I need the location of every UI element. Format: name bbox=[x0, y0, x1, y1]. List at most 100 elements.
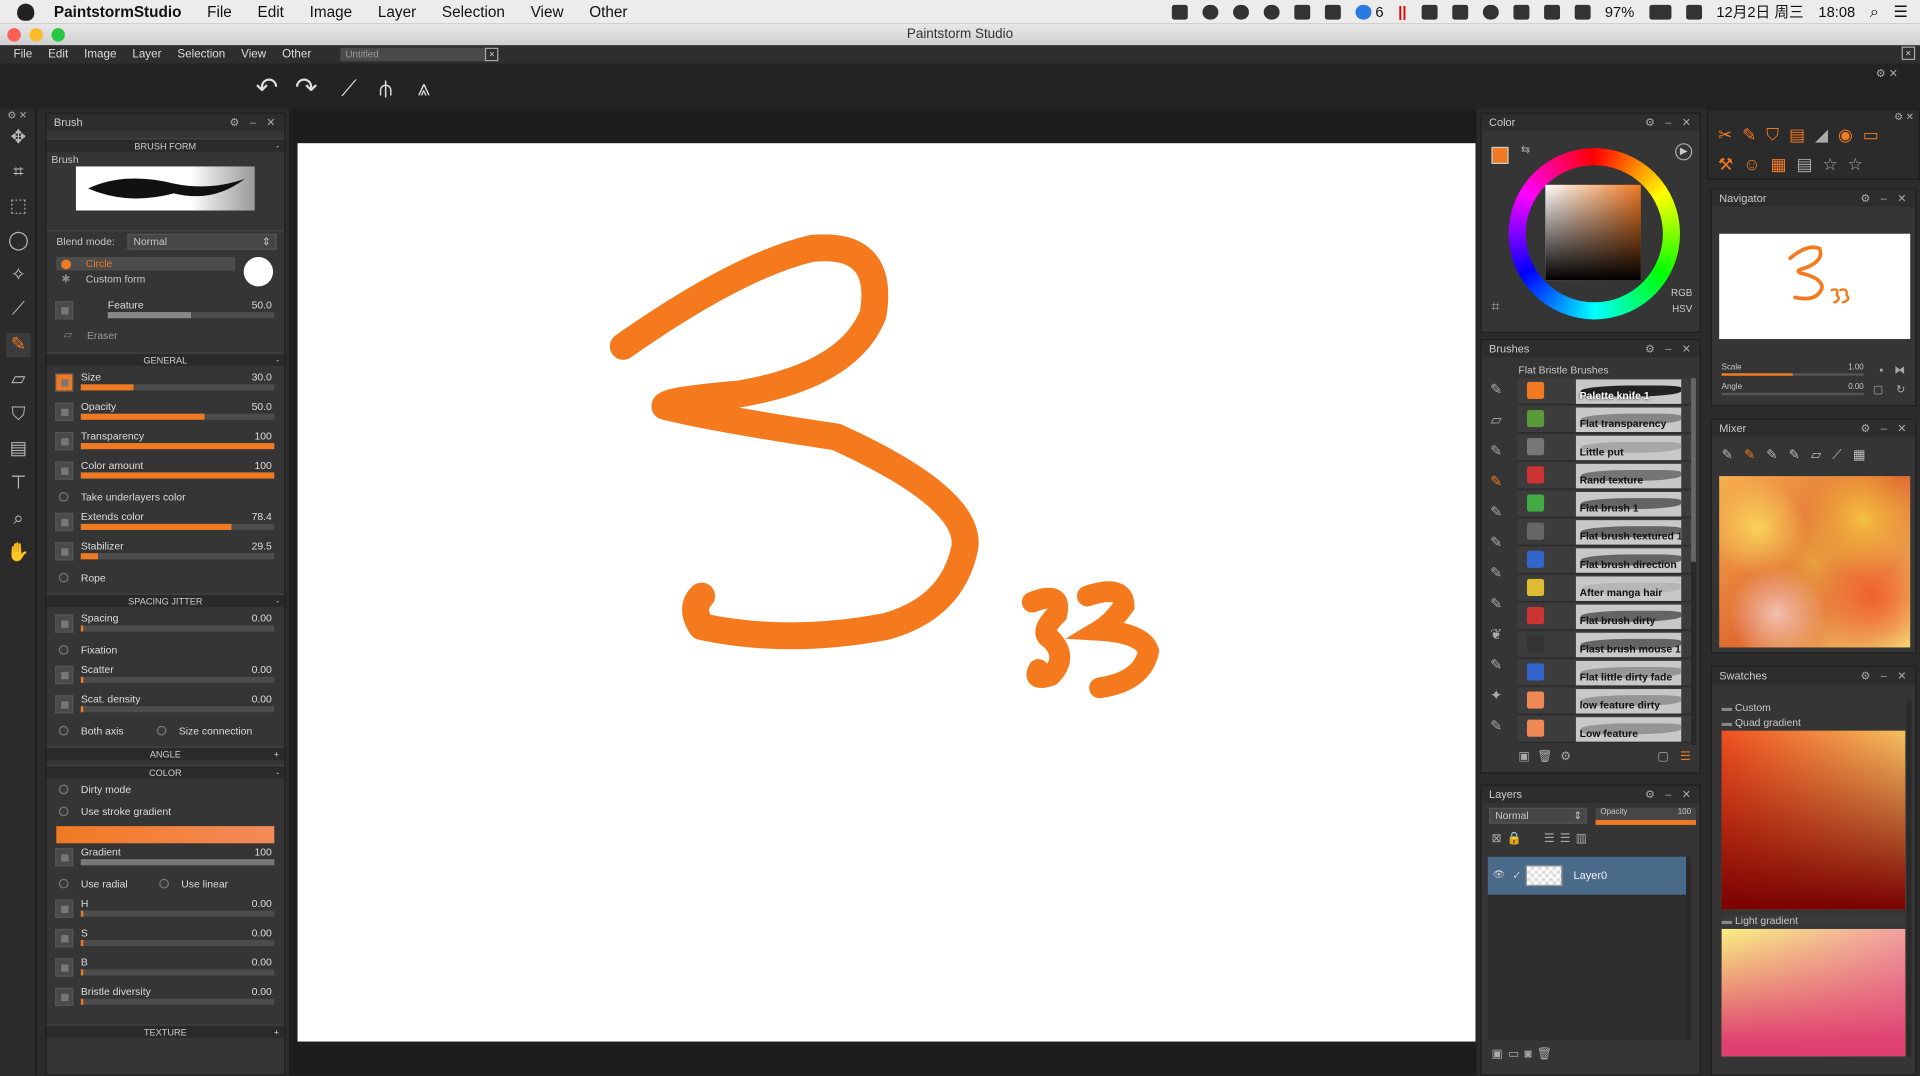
scat-density-pen-icon[interactable] bbox=[55, 695, 74, 714]
section-angle[interactable]: ANGLE + bbox=[46, 746, 285, 761]
gradient-color-bar[interactable] bbox=[56, 826, 275, 844]
magic-wand-icon[interactable]: ✧ bbox=[6, 263, 30, 287]
scissors-icon[interactable]: ✂ bbox=[1718, 125, 1742, 145]
use-linear-radio[interactable] bbox=[159, 878, 169, 889]
brush-item[interactable]: Little put bbox=[1517, 434, 1696, 462]
transparency-pen-icon[interactable] bbox=[55, 432, 74, 451]
input-method-icon[interactable] bbox=[1685, 4, 1702, 19]
undo-icon[interactable]: ↶ bbox=[252, 73, 281, 102]
swatch-group-light[interactable]: ▬ Light gradient bbox=[1721, 914, 1906, 927]
opacity-slider[interactable]: Opacity 50.0 bbox=[47, 398, 285, 427]
brushes-panel-controls[interactable]: ⚙ – ✕ bbox=[1645, 340, 1695, 357]
menu-edit[interactable]: Edit bbox=[48, 48, 68, 61]
mixer-eraser-icon[interactable]: ▱ bbox=[1811, 448, 1832, 463]
layer-row[interactable]: 👁 ✓ Layer0 bbox=[1487, 856, 1687, 895]
drawing-canvas[interactable] bbox=[297, 143, 1476, 1042]
bucket-icon[interactable]: ⛉ bbox=[1766, 125, 1789, 145]
spotlight-icon[interactable]: ⌕ bbox=[1870, 2, 1879, 22]
h-pen-icon[interactable] bbox=[55, 899, 74, 918]
menu-layer[interactable]: Layer bbox=[132, 48, 161, 61]
notification-center-icon[interactable]: ☰ bbox=[1893, 2, 1907, 22]
layers-stack-icon[interactable]: ▤ bbox=[1789, 125, 1815, 145]
hand-tool-icon[interactable]: ✋ bbox=[6, 541, 30, 565]
scat-density-slider[interactable]: Scat. density 0.00 bbox=[47, 690, 285, 719]
mixer-panel-controls[interactable]: ⚙ – ✕ bbox=[1860, 420, 1910, 437]
size-slider[interactable]: Size 30.0 bbox=[47, 368, 285, 397]
form-circle-preview[interactable] bbox=[243, 257, 274, 287]
gradient-track[interactable] bbox=[80, 859, 275, 866]
close-window-button[interactable] bbox=[7, 28, 21, 42]
close-tab-icon[interactable]: × bbox=[485, 47, 499, 62]
delete-layer-icon[interactable]: 🗑 bbox=[1537, 1048, 1553, 1061]
layer-check-icon[interactable]: ✓ bbox=[1512, 869, 1521, 882]
layer-align-2-icon[interactable]: ☰ bbox=[1560, 832, 1571, 845]
rope-radio[interactable] bbox=[58, 572, 69, 583]
zoom-tool-icon[interactable]: ⌕ bbox=[6, 507, 30, 531]
mac-menu-selection[interactable]: Selection bbox=[442, 3, 505, 20]
swatches-scrollbar[interactable] bbox=[1906, 701, 1912, 1057]
eraser-row[interactable]: ▱ Eraser bbox=[47, 326, 285, 348]
extends-color-pen-icon[interactable] bbox=[55, 512, 74, 532]
opacity-pen-icon[interactable] bbox=[55, 402, 74, 422]
apple-icon[interactable] bbox=[17, 3, 35, 21]
brush-item[interactable]: Flat little dirty fade bbox=[1517, 659, 1696, 687]
bristle-slider[interactable]: Bristle diversity 0.00 bbox=[47, 983, 285, 1012]
category-pencil-icon[interactable]: ✎ bbox=[1487, 502, 1507, 522]
brush-item[interactable]: Flat transparency bbox=[1517, 406, 1696, 434]
delete-brush-icon[interactable]: 🗑 bbox=[1537, 750, 1553, 763]
transparency-slider[interactable]: Transparency 100 bbox=[47, 427, 285, 456]
extends-color-slider[interactable]: Extends color 78.4 bbox=[47, 508, 285, 537]
brush-item[interactable]: Flat brush 1 bbox=[1517, 490, 1696, 518]
layer-align-1-icon[interactable]: ☰ bbox=[1544, 832, 1555, 845]
category-round-icon[interactable]: ✎ bbox=[1487, 594, 1507, 614]
feature-slider[interactable]: Feature 50.0 bbox=[47, 296, 285, 325]
blend-mode-select[interactable]: Normal ⇕ bbox=[127, 233, 277, 250]
fill-tool-icon[interactable]: ⛉ bbox=[6, 403, 30, 427]
h-slider[interactable]: H 0.00 bbox=[47, 895, 285, 924]
volume-icon[interactable] bbox=[1543, 4, 1560, 19]
category-brush-icon[interactable]: ✎ bbox=[1487, 379, 1507, 399]
mac-menu-view[interactable]: View bbox=[531, 3, 564, 20]
brushes-scrollbar[interactable] bbox=[1691, 378, 1696, 746]
qq-icon-2[interactable] bbox=[1232, 4, 1249, 19]
menu-other[interactable]: Other bbox=[282, 48, 311, 61]
category-knife-icon[interactable]: ✎ bbox=[1487, 655, 1507, 675]
tools-grid-controls[interactable]: ⚙ ✕ bbox=[1894, 111, 1914, 122]
use-radial-radio[interactable] bbox=[58, 878, 69, 889]
angle-slider[interactable]: Angle 0.00 bbox=[1721, 383, 1864, 398]
mac-menu-layer[interactable]: Layer bbox=[378, 3, 416, 20]
mixer-pick-icon[interactable]: ⟋ bbox=[1832, 448, 1852, 463]
mac-app-name[interactable]: PaintstormStudio bbox=[54, 3, 182, 20]
triangle-icon[interactable]: ◢ bbox=[1815, 125, 1838, 145]
layer-opacity-slider[interactable]: Opacity 100 bbox=[1595, 807, 1696, 825]
gradient-slider[interactable]: Gradient 100 bbox=[47, 843, 285, 872]
panel-controls[interactable]: ⚙ – ✕ bbox=[229, 114, 279, 131]
qq-icon[interactable] bbox=[1202, 4, 1219, 19]
size-pen-icon[interactable] bbox=[55, 373, 74, 392]
scat-density-track[interactable] bbox=[80, 706, 275, 713]
brush-item[interactable]: Low feature bbox=[1517, 715, 1696, 743]
brush-tool-icon[interactable]: ✎ bbox=[6, 332, 31, 358]
perspective-icon[interactable]: ⩓ bbox=[409, 73, 438, 102]
mac-menu-other[interactable]: Other bbox=[589, 3, 627, 20]
brush-item[interactable]: After manga hair bbox=[1517, 575, 1696, 603]
airplay-icon[interactable] bbox=[1421, 4, 1438, 19]
bristle-track[interactable] bbox=[80, 998, 275, 1005]
m-icon[interactable] bbox=[1263, 4, 1280, 19]
layer-lock-alpha-icon[interactable]: ⊠ bbox=[1491, 832, 1501, 845]
layers-panel-controls[interactable]: ⚙ – ✕ bbox=[1645, 786, 1695, 803]
feature-track[interactable] bbox=[107, 312, 275, 319]
form-custom-option[interactable]: ✱ Custom form bbox=[56, 273, 235, 286]
brush-item[interactable]: low feature dirty bbox=[1517, 687, 1696, 715]
b-track[interactable] bbox=[80, 969, 275, 976]
brush-export-icon[interactable]: ▢ bbox=[1657, 750, 1669, 763]
minimize-window-button[interactable] bbox=[29, 28, 43, 42]
category-flat-icon[interactable]: ✎ bbox=[1487, 471, 1507, 491]
brush-item[interactable]: Flat brush dirty bbox=[1517, 603, 1696, 631]
new-brush-icon[interactable]: ▣ bbox=[1518, 750, 1530, 763]
spacing-slider[interactable]: Spacing 0.00 bbox=[47, 610, 285, 639]
lasso-icon[interactable]: ◯ bbox=[6, 229, 30, 253]
bristle-pen-icon[interactable] bbox=[55, 987, 74, 1007]
form-circle-option[interactable]: Circle bbox=[56, 257, 236, 271]
swatches-panel-controls[interactable]: ⚙ – ✕ bbox=[1860, 667, 1910, 684]
